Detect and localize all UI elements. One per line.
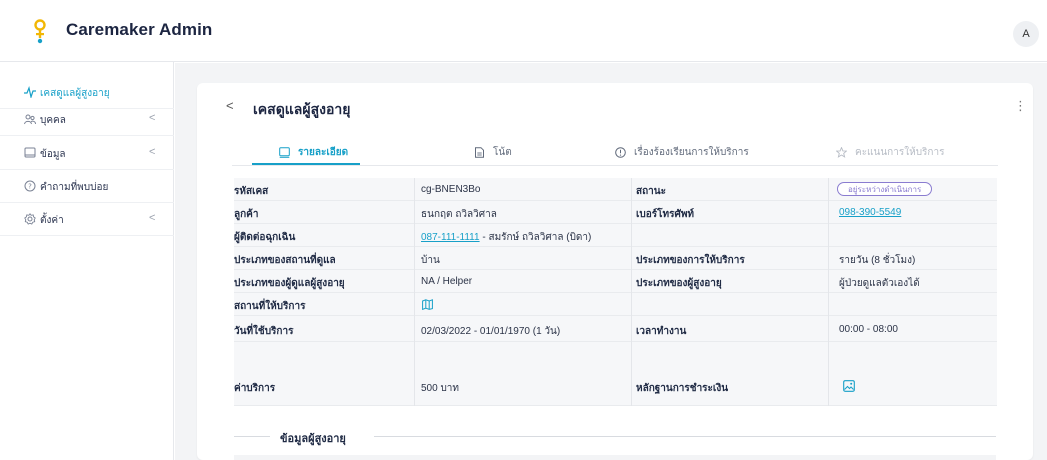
square-icon bbox=[24, 147, 36, 158]
people-icon bbox=[24, 114, 36, 125]
work-time-label: เวลาทำงาน bbox=[636, 326, 687, 337]
customer-value: ธนกฤต ถวิลวิศาล bbox=[421, 209, 497, 220]
sidebar-item-label: เคสดูแลผู้สูงอายุ bbox=[40, 88, 110, 99]
elder-type-label: ประเภทของผู้สูงอายุ bbox=[636, 278, 722, 289]
status-label: สถานะ bbox=[636, 186, 666, 197]
active-tab-indicator bbox=[252, 163, 360, 165]
service-type-value: รายวัน (8 ชั่วโมง) bbox=[839, 255, 916, 266]
phone-label: เบอร์โทรศัพท์ bbox=[636, 209, 695, 220]
column-divider bbox=[828, 178, 829, 406]
tab-notes[interactable]: โน้ต bbox=[474, 145, 512, 159]
tab-label: เรื่องร้องเรียนการให้บริการ bbox=[634, 146, 749, 158]
column-divider bbox=[414, 178, 415, 406]
work-time-value: 00:00 - 08:00 bbox=[839, 324, 898, 335]
section-title: ข้อมูลผู้สูงอายุ bbox=[280, 433, 346, 445]
top-bar: Caremaker Admin A bbox=[0, 0, 1047, 62]
service-date-value: 02/03/2022 - 01/01/1970 (1 วัน) bbox=[421, 326, 561, 337]
payment-proof-label: หลักฐานการชำระเงิน bbox=[636, 383, 729, 394]
service-type-label: ประเภทของการให้บริการ bbox=[636, 255, 745, 266]
brand-title[interactable]: Caremaker Admin bbox=[66, 20, 212, 40]
status-badge: อยู่ระหว่างดำเนินการ bbox=[837, 182, 933, 196]
sidebar-item-label: ตั้งค่า bbox=[40, 215, 64, 226]
tab-label: คะแนนการให้บริการ bbox=[855, 146, 945, 158]
pulse-icon bbox=[24, 86, 36, 98]
back-button[interactable]: < bbox=[226, 98, 234, 113]
svg-text:?: ? bbox=[28, 183, 32, 191]
page-title: เคสดูแลผู้สูงอายุ bbox=[253, 101, 351, 117]
table-row bbox=[234, 293, 997, 316]
sidebar-item-faq[interactable]: ? คำถามที่พบบ่อย bbox=[0, 170, 174, 203]
emergency-phone-link[interactable]: 087-111-1111 bbox=[421, 232, 480, 243]
tab-label: รายละเอียด bbox=[298, 146, 349, 158]
case-id-value: cg-BNEN3Bo bbox=[421, 184, 481, 195]
details-table: รหัสเคส cg-BNEN3Bo สถานะ อยู่ระหว่างดำเน… bbox=[234, 178, 997, 406]
chevron-left-icon[interactable]: < bbox=[149, 112, 155, 124]
info-circle-icon bbox=[615, 146, 626, 158]
section-table-header bbox=[234, 455, 996, 460]
table-row bbox=[234, 342, 997, 406]
sidebar-item-people[interactable]: บุคคล < bbox=[0, 103, 174, 136]
question-circle-icon: ? bbox=[24, 180, 36, 192]
phone-link[interactable]: 098-390-5549 bbox=[839, 207, 901, 218]
emergency-contact-label: ผู้ติดต่อฉุกเฉิน bbox=[234, 232, 296, 243]
section-divider bbox=[234, 436, 270, 437]
sidebar-item-label: บุคคล bbox=[40, 115, 66, 126]
place-type-value: บ้าน bbox=[421, 255, 440, 266]
chevron-left-icon[interactable]: < bbox=[149, 212, 155, 224]
elder-type-value: ผู้ป่วยดูแลตัวเองได้ bbox=[839, 278, 920, 289]
image-icon[interactable] bbox=[843, 380, 855, 392]
sidebar-item-label: ข้อมูล bbox=[40, 149, 66, 160]
star-icon bbox=[836, 146, 847, 158]
sidebar-item-settings[interactable]: ตั้งค่า < bbox=[0, 203, 174, 236]
monitor-icon bbox=[279, 146, 290, 158]
tab-complaints[interactable]: เรื่องร้องเรียนการให้บริการ bbox=[615, 145, 749, 159]
avatar[interactable]: A bbox=[1013, 21, 1039, 47]
more-options-icon[interactable]: ⋮ bbox=[1014, 98, 1027, 114]
emergency-contact-value: 087-111-1111 - สมรักษ์ ถวิลวิศาล (บิดา) bbox=[421, 230, 591, 245]
tab-rating[interactable]: คะแนนการให้บริการ bbox=[836, 145, 944, 159]
case-id-label: รหัสเคส bbox=[234, 186, 269, 197]
column-divider bbox=[631, 178, 632, 406]
fee-label: ค่าบริการ bbox=[234, 383, 276, 394]
tab-label: โน้ต bbox=[493, 146, 512, 158]
logo-icon bbox=[34, 19, 46, 44]
fee-value: 500 บาท bbox=[421, 383, 460, 394]
caregiver-type-value: NA / Helper bbox=[421, 276, 473, 287]
chevron-left-icon[interactable]: < bbox=[149, 146, 155, 158]
tabs-divider bbox=[232, 165, 998, 166]
emergency-contact-name: - สมรักษ์ ถวิลวิศาล (บิดา) bbox=[479, 232, 592, 243]
tab-details[interactable]: รายละเอียด bbox=[279, 145, 348, 159]
note-icon bbox=[475, 146, 484, 158]
caregiver-type-label: ประเภทของผู้ดูแลผู้สูงอายุ bbox=[234, 278, 345, 289]
sidebar-item-label: คำถามที่พบบ่อย bbox=[40, 182, 109, 193]
gear-icon bbox=[24, 213, 36, 225]
sidebar-item-data[interactable]: ข้อมูล < bbox=[0, 137, 174, 170]
customer-label: ลูกค้า bbox=[234, 209, 259, 220]
sidebar: เคสดูแลผู้สูงอายุ บุคคล < ข้อมูล < ? คำถ… bbox=[0, 62, 174, 460]
service-date-label: วันที่ใช้บริการ bbox=[234, 326, 294, 337]
section-divider bbox=[374, 436, 996, 437]
location-label: สถานที่ให้บริการ bbox=[234, 301, 306, 312]
map-icon[interactable] bbox=[422, 299, 433, 310]
table-row bbox=[234, 224, 997, 247]
place-type-label: ประเภทของสถานที่ดูแล bbox=[234, 255, 336, 266]
